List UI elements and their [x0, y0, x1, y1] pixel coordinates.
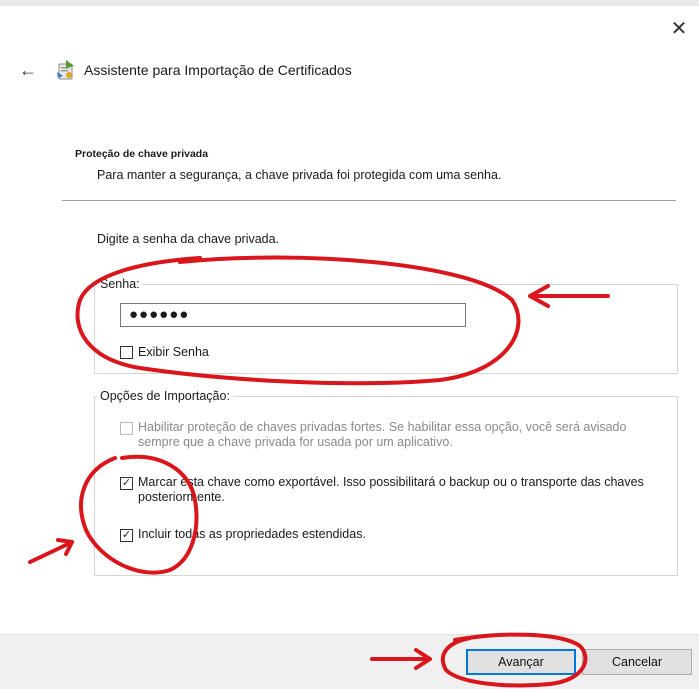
top-edge-strip — [0, 0, 699, 6]
section-description: Para manter a segurança, a chave privada… — [97, 168, 502, 182]
extended-properties-label: Incluir todas as propriedades estendidas… — [138, 527, 366, 541]
back-arrow-icon: ← — [19, 59, 37, 80]
exportable-label: Marcar esta chave como exportável. Isso … — [138, 475, 644, 504]
checkmark-icon: ✓ — [121, 477, 132, 489]
password-input[interactable]: ●●●●●● — [120, 303, 466, 327]
show-password-label: Exibir Senha — [138, 345, 209, 359]
certificate-wizard-icon — [54, 58, 78, 82]
cancel-button[interactable]: Cancelar — [582, 649, 692, 675]
strong-protection-label: Habilitar proteção de chaves privadas fo… — [138, 420, 627, 449]
show-password-checkbox[interactable] — [120, 346, 133, 359]
close-button[interactable]: ✕ — [663, 12, 695, 44]
back-button[interactable]: ← — [14, 56, 42, 84]
import-options-group-label: Opções de Importação: — [97, 389, 233, 403]
annotation-arrow-checkboxes — [28, 538, 74, 564]
close-icon: ✕ — [670, 17, 688, 40]
section-title: Proteção de chave privada — [75, 148, 209, 160]
wizard-title: Assistente para Importação de Certificad… — [84, 62, 352, 78]
strong-protection-checkbox[interactable] — [120, 422, 133, 435]
password-group — [94, 284, 678, 374]
next-button[interactable]: Avançar — [466, 649, 576, 675]
extended-properties-checkbox[interactable]: ✓ — [120, 529, 133, 542]
header-separator — [62, 200, 676, 201]
password-prompt: Digite a senha da chave privada. — [97, 232, 280, 246]
checkmark-icon: ✓ — [121, 529, 132, 541]
password-group-label: Senha: — [97, 277, 143, 291]
exportable-checkbox[interactable]: ✓ — [120, 477, 133, 490]
